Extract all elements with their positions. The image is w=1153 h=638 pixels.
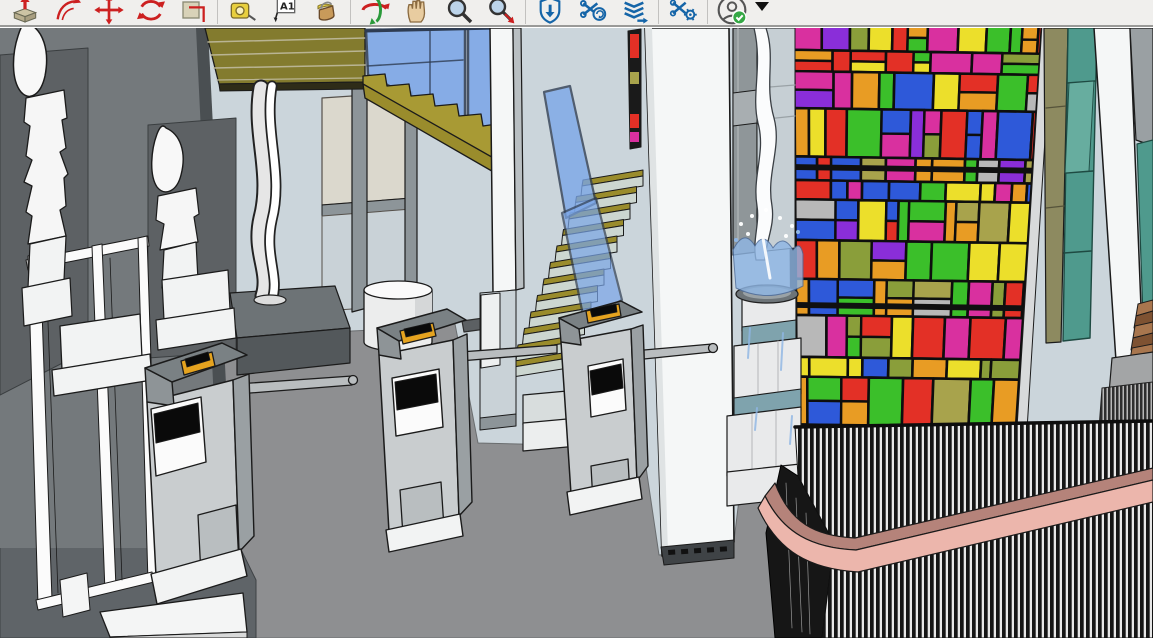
- sketchup-window: A1: [0, 0, 1153, 638]
- follow-me-icon: [51, 0, 83, 26]
- toolbar-separator: [217, 0, 218, 24]
- toolbar-separator: [525, 0, 526, 24]
- plugin-settings-icon: [667, 0, 699, 26]
- stained-glass-wall: [788, 28, 1052, 452]
- rotate-icon: [135, 0, 167, 26]
- viewport[interactable]: [0, 28, 1153, 638]
- plugin-export-tool-button[interactable]: [613, 0, 655, 27]
- fountain: [727, 28, 803, 506]
- text-tool-button[interactable]: A1: [263, 0, 305, 27]
- tape-measure-tool-button[interactable]: [221, 0, 263, 27]
- account-button[interactable]: [711, 0, 753, 27]
- zoom-icon: [443, 0, 475, 26]
- paint-bucket-icon: [310, 0, 342, 26]
- toolbar-separator: [658, 0, 659, 24]
- push-pull-icon: [9, 0, 41, 26]
- plugin-sync-icon: [576, 0, 608, 26]
- plugin-sync-tool-button[interactable]: [571, 0, 613, 27]
- toolbar-separator: [707, 0, 708, 24]
- move-tool-button[interactable]: [88, 0, 130, 27]
- orbit-tool-button[interactable]: [354, 0, 396, 27]
- plugin-import-tool-button[interactable]: [529, 0, 571, 27]
- paint-bucket-tool-button[interactable]: [305, 0, 347, 27]
- plugin-import-icon: [534, 0, 566, 26]
- offset-icon: [177, 0, 209, 26]
- text-icon: A1: [268, 0, 300, 26]
- zoom-extents-tool-button[interactable]: [480, 0, 522, 27]
- toolbar-separator: [350, 0, 351, 24]
- rotate-tool-button[interactable]: [130, 0, 172, 27]
- zoom-extents-icon: [485, 0, 517, 26]
- pan-tool-button[interactable]: [396, 0, 438, 27]
- reception-desk: [758, 421, 1153, 638]
- svg-text:A1: A1: [280, 1, 295, 12]
- push-pull-tool-button[interactable]: [4, 0, 46, 27]
- plugin-export-icon: [618, 0, 650, 26]
- pan-icon: [401, 0, 433, 26]
- model-3d-scene[interactable]: [0, 28, 1153, 638]
- tape-measure-icon: [226, 0, 258, 26]
- account-menu-caret-icon[interactable]: [755, 2, 769, 11]
- plugin-settings-tool-button[interactable]: [662, 0, 704, 27]
- follow-me-tool-button[interactable]: [46, 0, 88, 27]
- offset-tool-button[interactable]: [172, 0, 214, 27]
- move-icon: [93, 0, 125, 26]
- orbit-icon: [359, 0, 391, 26]
- main-toolbar: A1: [0, 0, 1153, 27]
- zoom-tool-button[interactable]: [438, 0, 480, 27]
- account-icon: [716, 0, 748, 26]
